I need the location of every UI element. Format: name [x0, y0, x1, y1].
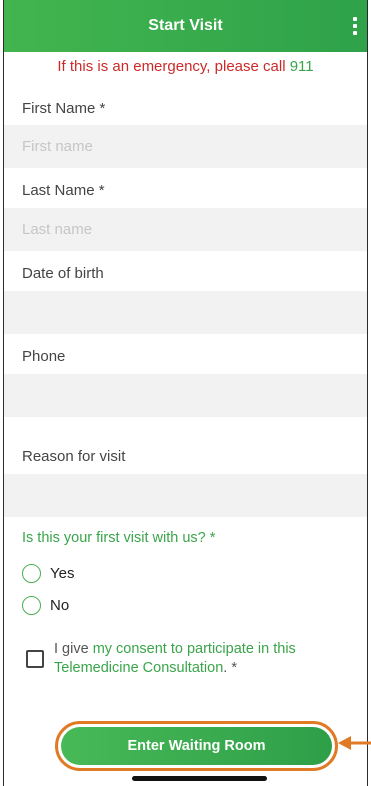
dob-input[interactable] [4, 291, 367, 334]
consent-row: I give my consent to participate in this… [26, 640, 344, 678]
consent-checkbox[interactable] [26, 650, 44, 668]
consent-suffix: . * [223, 660, 237, 676]
emergency-text: If this is an emergency, please call [57, 58, 290, 75]
phone-input[interactable] [4, 374, 367, 417]
reason-label: Reason for visit [22, 448, 126, 465]
emergency-notice: If this is an emergency, please call 911 [4, 58, 367, 75]
last-name-input[interactable] [4, 208, 367, 251]
reason-input[interactable] [4, 474, 367, 517]
consent-prefix: I give [54, 641, 93, 657]
radio-yes-label: Yes [50, 565, 75, 582]
app-screen: Start Visit If this is an emergency, ple… [3, 0, 368, 786]
first-name-input[interactable] [4, 125, 367, 168]
radio-no-label: No [50, 597, 70, 614]
arrow-left-icon [338, 736, 371, 750]
last-name-label: Last Name * [22, 182, 105, 199]
enter-waiting-room-button[interactable]: Enter Waiting Room [61, 727, 332, 765]
dob-label: Date of birth [22, 265, 104, 282]
consent-text: I give my consent to participate in this… [54, 640, 344, 678]
first-visit-question: Is this your first visit with us? * [22, 530, 216, 546]
more-vertical-icon[interactable] [352, 17, 357, 35]
radio-circle-icon[interactable] [22, 596, 41, 615]
cta-highlight: Enter Waiting Room [55, 721, 338, 771]
page-title: Start Visit [148, 17, 223, 34]
radio-yes[interactable]: Yes [22, 564, 74, 583]
emergency-number: 911 [289, 58, 314, 75]
app-header: Start Visit [4, 0, 367, 52]
radio-circle-icon[interactable] [22, 564, 41, 583]
phone-label: Phone [22, 348, 66, 365]
first-name-label: First Name * [22, 100, 106, 117]
home-indicator [132, 776, 267, 781]
radio-no[interactable]: No [22, 596, 69, 615]
